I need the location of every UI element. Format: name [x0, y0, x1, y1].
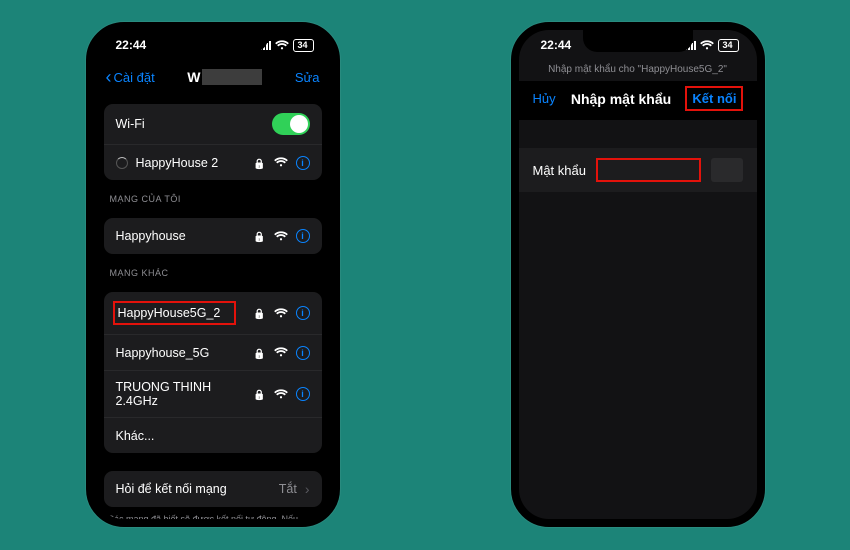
page-title: W [187, 69, 262, 85]
network-row-happyhouse5g-2[interactable]: HappyHouse5G_2 i [104, 292, 322, 334]
spinner-icon [116, 157, 128, 169]
network-name: Khác... [116, 429, 155, 443]
network-name: Happyhouse [116, 229, 186, 243]
phone-enter-password: 22:44 34 Nhập mật khẩu cho "HappyHouse5G… [511, 22, 765, 527]
lock-icon [253, 387, 265, 401]
lock-icon [253, 346, 265, 360]
password-input[interactable] [596, 158, 701, 182]
ask-to-join-value: Tắt [279, 482, 297, 496]
network-row-happyhouse-5g[interactable]: Happyhouse_5G i [104, 334, 322, 370]
wifi-signal-icon [274, 347, 288, 358]
redacted-title [202, 69, 262, 85]
edit-button[interactable]: Sửa [295, 70, 320, 85]
back-button[interactable]: ‹ Cài đặt [106, 68, 155, 86]
info-icon[interactable]: i [296, 387, 310, 401]
network-row-other[interactable]: Khác... [104, 417, 322, 453]
status-time: 22:44 [116, 38, 147, 52]
battery-icon: 34 [293, 39, 313, 52]
password-title: Nhập mật khẩu [571, 91, 671, 107]
wifi-toggle-row: Wi-Fi [104, 104, 322, 144]
ask-to-join-footer: Các mạng đã biết sẽ được kết nối tự động… [104, 507, 322, 519]
my-networks-header: MẠNG CỦA TÔI [104, 180, 322, 208]
wifi-toggle-label: Wi-Fi [116, 117, 145, 131]
password-navbar: Hủy Nhập mật khẩu Kết nối [519, 81, 757, 120]
back-label: Cài đặt [114, 70, 155, 85]
chevron-right-icon: › [305, 481, 310, 497]
info-icon[interactable]: i [296, 346, 310, 360]
wifi-icon [275, 40, 289, 51]
battery-icon: 34 [718, 39, 738, 52]
current-network-row[interactable]: HappyHouse 2 i [104, 144, 322, 180]
phone-wifi-settings: 22:44 34 ‹ Cài đặt W Sửa Wi-Fi [86, 22, 340, 527]
wifi-signal-icon [274, 231, 288, 242]
wifi-signal-icon [274, 389, 288, 400]
other-networks-header: MẠNG KHÁC [104, 254, 322, 282]
network-row-truong-thinh[interactable]: TRUONG THINH 2.4GHz i [104, 370, 322, 417]
wifi-navbar: ‹ Cài đặt W Sửa [94, 60, 332, 94]
lock-icon [253, 306, 265, 320]
lock-icon [253, 229, 265, 243]
info-icon[interactable]: i [296, 306, 310, 320]
wifi-icon [700, 40, 714, 51]
ask-to-join-label: Hỏi để kết nối mạng [116, 482, 227, 496]
password-subtitle: Nhập mật khẩu cho "HappyHouse5G_2" [519, 60, 757, 81]
info-icon[interactable]: i [296, 156, 310, 170]
wifi-signal-icon [274, 157, 288, 168]
network-name: TRUONG THINH 2.4GHz [116, 380, 254, 408]
wifi-signal-icon [274, 308, 288, 319]
status-time: 22:44 [541, 38, 572, 52]
notch [583, 30, 693, 52]
lock-icon [253, 156, 265, 170]
password-label: Mật khẩu [533, 163, 586, 178]
info-icon[interactable]: i [296, 229, 310, 243]
notch [158, 30, 268, 52]
network-name: Happyhouse_5G [116, 346, 210, 360]
network-name: HappyHouse5G_2 [118, 306, 221, 320]
current-network-name: HappyHouse 2 [136, 156, 219, 170]
cancel-button[interactable]: Hủy [533, 91, 556, 106]
password-trailing [711, 158, 743, 182]
chevron-left-icon: ‹ [106, 68, 112, 86]
ask-to-join-row[interactable]: Hỏi để kết nối mạng Tắt › [104, 471, 322, 507]
join-button[interactable]: Kết nối [686, 87, 742, 110]
wifi-toggle[interactable] [272, 113, 310, 135]
password-row: Mật khẩu [519, 148, 757, 192]
network-row-happyhouse[interactable]: Happyhouse i [104, 218, 322, 254]
